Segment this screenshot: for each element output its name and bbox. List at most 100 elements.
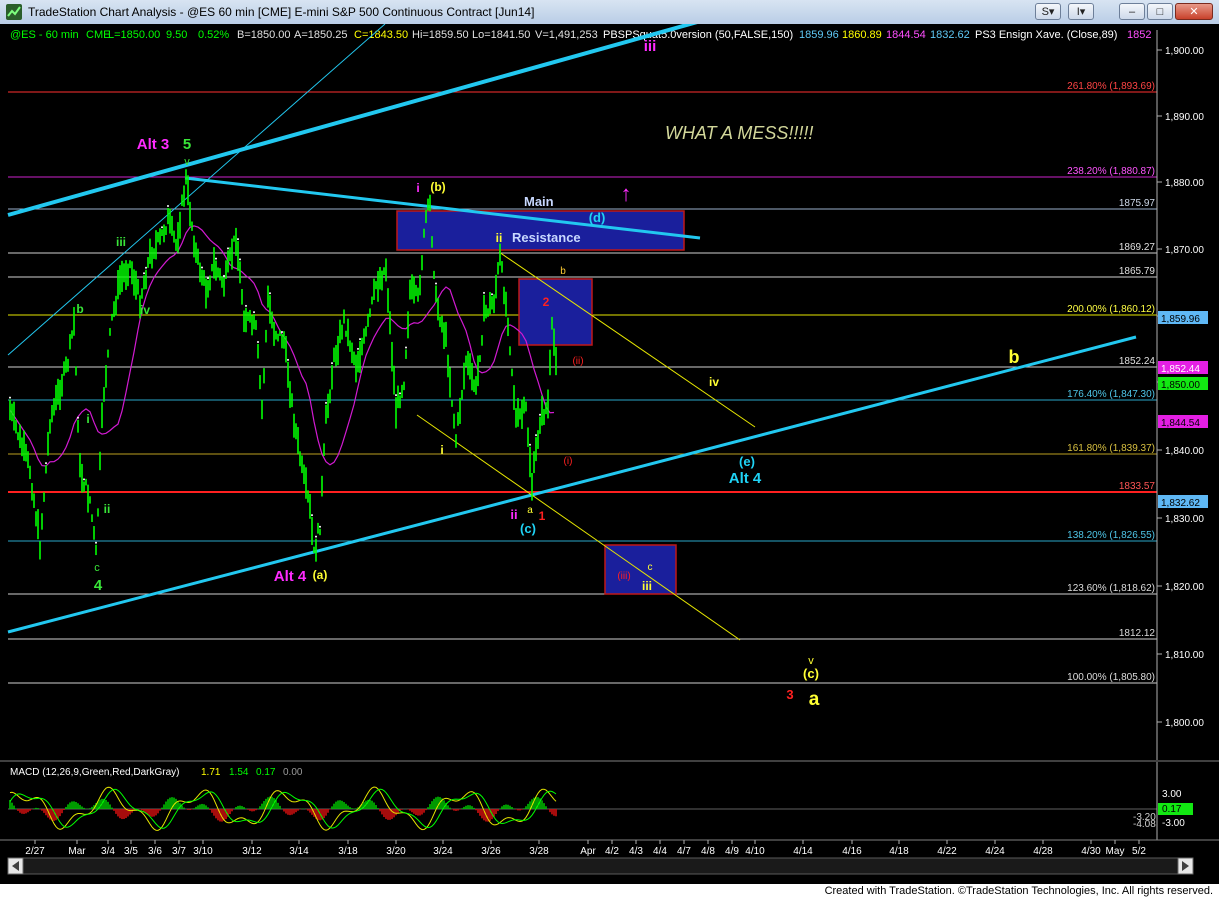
time-tick-label: 4/16 <box>842 846 862 857</box>
wave-2-box <box>518 278 593 346</box>
macd-label: MACD (12,26,9,Green,Red,DarkGray) <box>10 767 180 778</box>
time-tick-label: 3/4 <box>101 846 115 857</box>
level-label-5: 200.00% (1,860.12) <box>1067 304 1155 315</box>
horizontal-scrollbar[interactable] <box>7 857 1194 875</box>
price-chart[interactable]: @ES - 60 min CME L=1850.00 9.50 0.52% B=… <box>0 10 1219 884</box>
maximize-button[interactable]: □ <box>1147 3 1173 20</box>
indicator-value-1: 1859.96 <box>799 29 839 41</box>
macd-value-1: 1.71 <box>201 767 221 778</box>
time-tick-label: 4/7 <box>677 846 691 857</box>
price-tick-label: 1,870.00 <box>1165 245 1204 256</box>
swing-dot <box>237 238 239 241</box>
wave-label-20: ii <box>510 507 517 522</box>
swing-dot <box>359 338 361 341</box>
time-tick-label: 5/2 <box>1132 846 1146 857</box>
price-tick-label: 1,890.00 <box>1165 112 1204 123</box>
indicator-value-3: 1844.54 <box>886 29 926 41</box>
last-price: L=1850.00 <box>108 29 160 41</box>
swing-dot <box>253 311 255 314</box>
macd-value-3: 0.17 <box>256 767 276 778</box>
s-menu-button[interactable]: S▾ <box>1035 3 1061 20</box>
swing-dot <box>161 226 163 229</box>
time-tick-label: Apr <box>580 846 596 857</box>
price-tick-label: 1,900.00 <box>1165 46 1204 57</box>
chart-note: WHAT A MESS!!!!! <box>665 123 813 143</box>
time-tick-label: 3/18 <box>338 846 358 857</box>
wave-label-7: ii <box>104 502 111 516</box>
wave-label-22: 1 <box>539 509 546 523</box>
swing-dot <box>215 257 217 260</box>
wave-label-15: i <box>440 443 443 457</box>
wave-label-30: (d) <box>589 210 606 225</box>
main-label: Main <box>524 194 554 209</box>
swing-dot <box>95 541 97 544</box>
indicator2-value: 1852 <box>1127 29 1151 41</box>
time-tick-label: Mar <box>68 846 86 857</box>
wave-label-1: 5 <box>183 136 191 153</box>
time-tick-label: 3/6 <box>148 846 162 857</box>
chart-window[interactable]: @ES - 60 min CME L=1850.00 9.50 0.52% B=… <box>0 10 1219 884</box>
wave-label-5: b <box>76 302 83 316</box>
wave-label-4: iv <box>140 303 150 317</box>
level-label-7: 176.40% (1,847.30) <box>1067 389 1155 400</box>
swing-dot <box>257 340 259 343</box>
price-tick-label: 1,840.00 <box>1165 446 1204 457</box>
symbol-label: @ES - 60 min <box>10 29 79 41</box>
swing-dot <box>395 394 397 397</box>
swing-dot <box>529 443 531 446</box>
footer: Created with TradeStation. ©TradeStation… <box>0 884 1219 898</box>
swing-dot <box>405 346 407 349</box>
macd-value-4: 0.00 <box>283 767 303 778</box>
close-button[interactable]: ✕ <box>1175 3 1213 20</box>
level-label-8: 161.80% (1,839.37) <box>1067 443 1155 454</box>
price-tick-label: 1,810.00 <box>1165 650 1204 661</box>
wave-label-27: iv <box>709 375 719 389</box>
level-label-0: 261.80% (1,893.69) <box>1067 81 1155 92</box>
time-tick-label: May <box>1106 846 1125 857</box>
close-price: C=1843.50 <box>354 29 408 41</box>
low-price: Lo=1841.50 <box>472 29 530 41</box>
level-label-10: 138.20% (1,826.55) <box>1067 530 1155 541</box>
wave-label-6: i <box>86 412 89 426</box>
wave-label-12: i <box>416 181 419 195</box>
macd-axis-low2: -4.08 <box>1133 819 1156 830</box>
wave-label-23: (c) <box>520 521 536 536</box>
wave-label-14: ii <box>496 231 503 245</box>
swing-dot <box>281 330 283 333</box>
time-tick-label: 3/5 <box>124 846 138 857</box>
time-tick-label: 3/28 <box>529 846 549 857</box>
wave-label-2: v <box>184 156 190 168</box>
level-label-6: 1852.24 <box>1119 356 1156 367</box>
swing-dot <box>357 347 359 350</box>
minimize-button[interactable]: – <box>1119 3 1145 20</box>
swing-dot <box>143 272 145 275</box>
swing-dot <box>399 392 401 395</box>
time-tick-label: 3/12 <box>242 846 262 857</box>
wave-label-24: (iii) <box>617 571 630 582</box>
time-tick-label: 4/2 <box>605 846 619 857</box>
level-label-12: 1812.12 <box>1119 628 1156 639</box>
swing-dot <box>287 358 289 361</box>
wave-label-25: c <box>648 562 653 573</box>
volume: V=1,491,253 <box>535 29 598 41</box>
i-menu-button[interactable]: I▾ <box>1068 3 1094 20</box>
price-tick-label: 1,820.00 <box>1165 582 1204 593</box>
swing-dot <box>331 362 333 365</box>
window-titlebar: TradeStation Chart Analysis - @ES 60 min… <box>0 0 1219 25</box>
swing-dot <box>223 274 225 277</box>
swing-dot <box>325 401 327 404</box>
price-highlight-label: 1,859.96 <box>1161 314 1200 325</box>
wave-label-36: 3 <box>786 687 793 702</box>
swing-dot <box>83 478 85 481</box>
time-tick-label: 2/27 <box>25 846 45 857</box>
time-tick-label: 4/3 <box>629 846 643 857</box>
swing-dot <box>167 205 169 208</box>
swing-dot <box>539 413 541 416</box>
price-tick-label: 1,800.00 <box>1165 718 1204 729</box>
swing-dot <box>319 525 321 528</box>
price-highlight-label: 1,832.62 <box>1161 498 1200 509</box>
wave-label-3: iii <box>116 235 126 249</box>
swing-dot <box>239 258 241 261</box>
wave-label-32: ↑ <box>621 181 632 206</box>
indicator2-name: PS3 Ensign Xave. (Close,89) <box>975 29 1117 41</box>
